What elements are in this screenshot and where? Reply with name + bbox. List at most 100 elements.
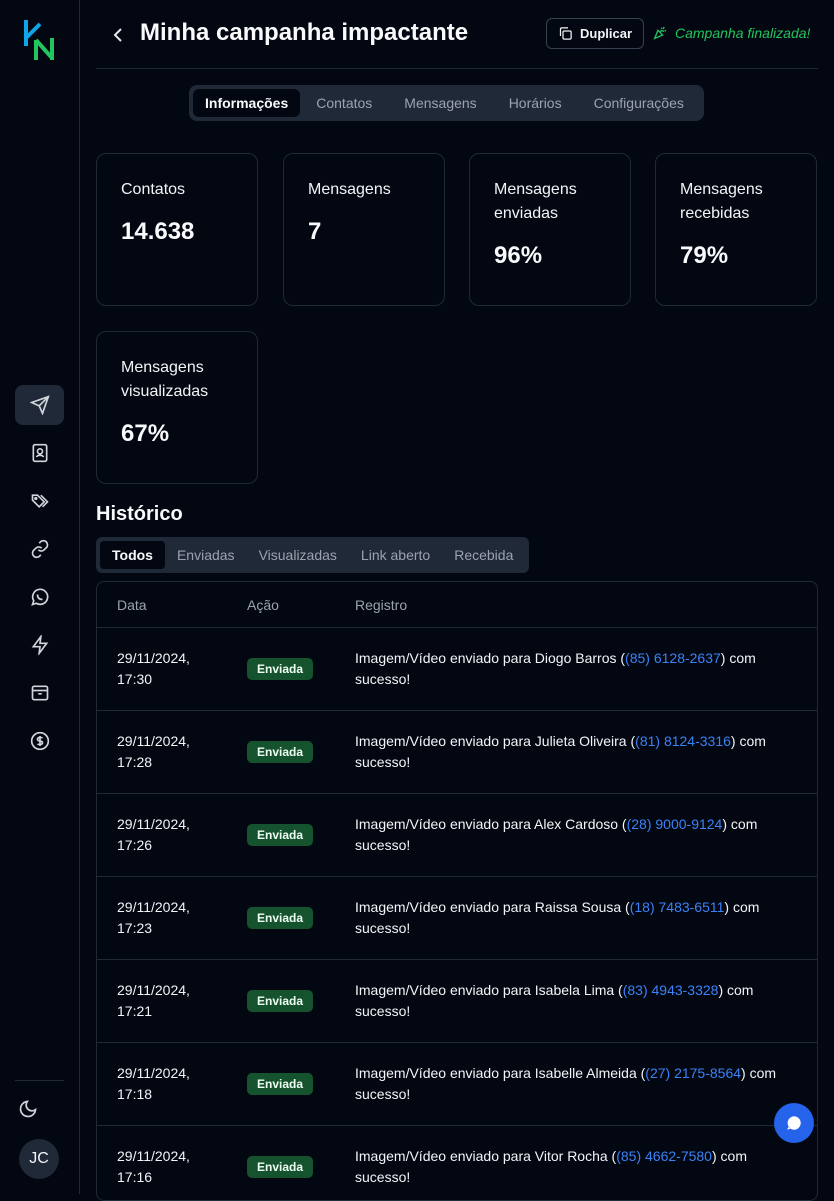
stat-label: Mensagens enviadas [494,181,577,222]
nav-tags[interactable] [15,481,64,521]
row-log: Imagem/Vídeo enviado para Isabelle Almei… [355,1063,817,1105]
filter-recebida[interactable]: Recebida [442,541,525,569]
phone-link[interactable]: (85) 6128-2637 [625,650,721,666]
whatsapp-icon [30,588,48,606]
tab-contatos[interactable]: Contatos [300,89,388,117]
status-badge: Enviada [247,658,314,680]
chat-button[interactable] [774,1103,814,1143]
row-action: Enviada [247,1156,355,1178]
row-date: 29/11/2024, 17:16 [117,1148,190,1185]
back-button[interactable] [106,23,130,47]
chevron-left-icon [113,28,122,42]
status-badge: Enviada [247,1156,314,1178]
table-header: Data Ação Registro [97,582,817,628]
row-log: Imagem/Vídeo enviado para Vitor Rocha ((… [355,1146,817,1188]
row-action: Enviada [247,824,355,846]
phone-link[interactable]: (18) 7483-6511 [630,899,725,915]
phone-link[interactable]: (83) 4943-3328 [623,982,719,998]
contacts-book-icon [32,443,47,463]
row-action: Enviada [247,907,355,929]
moon-icon [19,1100,37,1118]
table-row: 29/11/2024, 17:26 Enviada Imagem/Vídeo e… [97,794,817,877]
row-date: 29/11/2024, 17:23 [117,899,190,936]
row-action: Enviada [247,1073,355,1095]
row-date: 29/11/2024, 17:21 [117,982,190,1019]
stat-value: 79% [680,242,729,269]
tab-informacoes[interactable]: Informações [193,89,301,117]
column-header-action[interactable]: Ação [247,597,355,613]
party-popper-icon [653,26,667,40]
tab-configuracoes[interactable]: Configurações [578,89,700,117]
nav-automations[interactable] [15,625,64,665]
filter-todos[interactable]: Todos [100,541,165,569]
row-log: Imagem/Vídeo enviado para Julieta Olivei… [355,731,817,773]
nav-contacts[interactable] [15,433,64,473]
row-date: 29/11/2024, 17:30 [117,650,190,687]
phone-link[interactable]: (85) 4662-7580 [616,1148,712,1164]
table-row: 29/11/2024, 17:16 Enviada Imagem/Vídeo e… [97,1126,817,1200]
stat-label: Mensagens [308,181,391,198]
phone-link[interactable]: (27) 2175-8564 [645,1065,741,1081]
table-row: 29/11/2024, 17:21 Enviada Imagem/Vídeo e… [97,960,817,1043]
stat-value: 7 [308,218,322,245]
table-row: 29/11/2024, 17:18 Enviada Imagem/Vídeo e… [97,1043,817,1126]
copy-icon [559,27,572,40]
stat-label: Contatos [121,181,186,198]
stat-value: 14.638 [121,218,195,245]
row-log: Imagem/Vídeo enviado para Raissa Sousa (… [355,897,817,939]
lightning-icon [31,635,48,655]
campaign-tabs: Informações Contatos Mensagens Horários … [189,85,704,121]
stat-value: 67% [121,420,170,447]
stat-card-mensagens: Mensagens 7 [283,153,445,306]
stat-card-recebidas: Mensagens recebidas 79% [655,153,817,306]
page-title: Minha campanha impactante [140,19,469,46]
nav-links[interactable] [15,529,64,569]
sidebar-nav [15,385,64,769]
log-text: Imagem/Vídeo enviado para Isabela Lima ( [355,982,623,998]
filter-visualizadas[interactable]: Visualizadas [247,541,349,569]
dollar-icon [30,731,49,751]
status-badge: Enviada [247,907,314,929]
stat-label: Mensagens recebidas [680,181,763,222]
page-header: Minha campanha impactante Duplicar Campa… [96,17,818,53]
filter-link-aberto[interactable]: Link aberto [349,541,442,569]
table-row: 29/11/2024, 17:28 Enviada Imagem/Vídeo e… [97,711,817,794]
sidebar-divider [15,1080,64,1081]
nav-whatsapp[interactable] [15,577,64,617]
chat-bubble-icon [787,1116,801,1130]
table-row: 29/11/2024, 17:23 Enviada Imagem/Vídeo e… [97,877,817,960]
avatar[interactable]: JC [19,1139,59,1179]
stat-value: 96% [494,242,543,269]
nav-archive[interactable] [15,673,64,713]
table-row: 29/11/2024, 17:30 Enviada Imagem/Vídeo e… [97,628,817,711]
log-text: Imagem/Vídeo enviado para Diogo Barros ( [355,650,626,666]
phone-link[interactable]: (28) 9000-9124 [627,816,723,832]
row-action: Enviada [247,741,355,763]
nav-billing[interactable] [15,721,64,761]
tab-horarios[interactable]: Horários [493,89,578,117]
row-log: Imagem/Vídeo enviado para Isabela Lima (… [355,980,817,1022]
row-date: 29/11/2024, 17:26 [117,816,190,853]
phone-link[interactable]: (81) 8124-3316 [635,733,731,749]
log-text: Imagem/Vídeo enviado para Isabelle Almei… [355,1065,646,1081]
tab-mensagens[interactable]: Mensagens [388,89,492,117]
filter-enviadas[interactable]: Enviadas [165,541,247,569]
stat-card-enviadas: Mensagens enviadas 96% [469,153,631,306]
header-divider [96,68,818,69]
duplicate-button[interactable]: Duplicar [546,18,644,49]
sidebar: JC [0,0,80,1194]
status-badge: Enviada [247,990,314,1012]
status-badge: Enviada [247,824,314,846]
campaign-status: Campanha finalizada! [652,25,810,41]
theme-toggle[interactable] [18,1099,38,1119]
nav-campaigns[interactable] [15,385,64,425]
column-header-date[interactable]: Data [97,597,247,613]
row-log: Imagem/Vídeo enviado para Alex Cardoso (… [355,814,817,856]
history-filters: Todos Enviadas Visualizadas Link aberto … [96,537,530,573]
column-header-log[interactable]: Registro [355,597,817,613]
logo[interactable] [20,16,60,62]
status-badge: Enviada [247,1073,314,1095]
row-action: Enviada [247,990,355,1012]
main-content: Minha campanha impactante Duplicar Campa… [96,0,818,1201]
row-log: Imagem/Vídeo enviado para Diogo Barros (… [355,648,817,690]
